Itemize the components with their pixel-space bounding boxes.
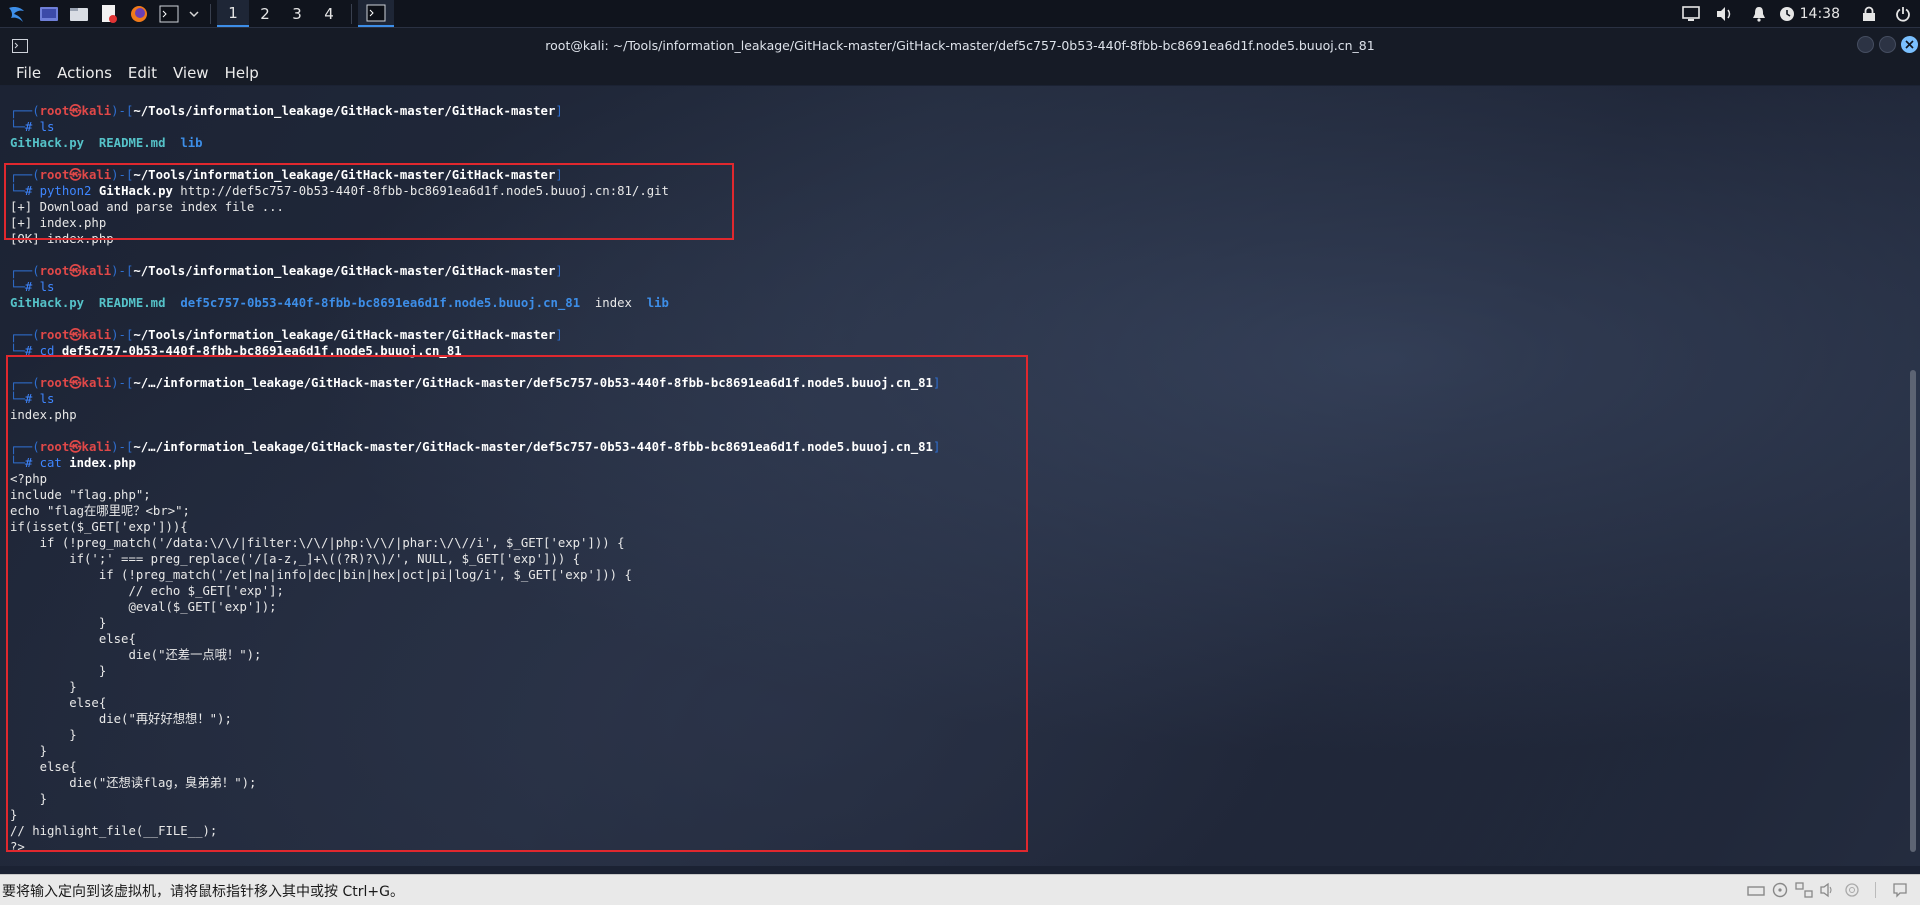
volume-icon[interactable] bbox=[1708, 0, 1742, 27]
display-icon[interactable] bbox=[1674, 0, 1708, 27]
power-icon[interactable] bbox=[1886, 0, 1920, 27]
menu-help[interactable]: Help bbox=[217, 64, 267, 82]
panel-separator bbox=[351, 3, 352, 24]
prompt-box-open: ┌──( bbox=[10, 264, 40, 278]
maximize-button[interactable] bbox=[1879, 36, 1896, 53]
ls-entry: index bbox=[594, 296, 632, 310]
highlight-box-githack-command bbox=[4, 163, 734, 240]
separator-icon bbox=[1864, 880, 1888, 900]
prompt-hash: # bbox=[24, 120, 40, 134]
prompt-user: root㉿kali bbox=[39, 264, 112, 278]
prompt-box-bottom: └─ bbox=[10, 120, 25, 134]
ls-entry: GitHack.py bbox=[10, 296, 85, 310]
prompt-box-close: ] bbox=[555, 264, 563, 278]
command-line: └─# ls bbox=[10, 279, 940, 295]
ls-entry: lib bbox=[180, 136, 203, 150]
highlight-box-index-php-source bbox=[6, 355, 1028, 852]
clock-time[interactable]: 14:38 bbox=[1800, 6, 1840, 22]
chevron-down-icon[interactable] bbox=[184, 0, 204, 27]
ls-entry: README.md bbox=[98, 296, 166, 310]
ls-entry: def5c757-0b53-440f-8fbb-bc8691ea6d1f.nod… bbox=[180, 296, 581, 310]
network-icon[interactable] bbox=[1792, 880, 1816, 900]
prompt-box-mid: )-[ bbox=[111, 328, 134, 342]
prompt-box-close: ] bbox=[555, 328, 563, 342]
prompt-box-close: ] bbox=[555, 104, 563, 118]
clock-icon bbox=[1776, 0, 1798, 27]
status-message: 要将输入定向到该虚拟机，请将鼠标指针移入其中或按 Ctrl+G。 bbox=[2, 884, 404, 900]
prompt-path: ~/Tools/information_leakage/GitHack-mast… bbox=[133, 328, 556, 342]
lock-icon[interactable] bbox=[1852, 0, 1886, 27]
prompt-user: root㉿kali bbox=[39, 104, 112, 118]
prompt-hash: # bbox=[24, 280, 40, 294]
close-icon bbox=[1905, 40, 1914, 49]
menu-view[interactable]: View bbox=[165, 64, 217, 82]
prompt-path: ~/Tools/information_leakage/GitHack-mast… bbox=[133, 104, 556, 118]
panel-separator bbox=[210, 3, 211, 24]
usb-icon[interactable] bbox=[1840, 880, 1864, 900]
terminal-scrollbar[interactable] bbox=[1910, 370, 1916, 852]
menu-file[interactable]: File bbox=[8, 64, 49, 82]
ls-output-line: GitHack.py README.md def5c757-0b53-440f-… bbox=[10, 295, 940, 311]
menu-actions[interactable]: Actions bbox=[49, 64, 120, 82]
status-icons bbox=[1744, 880, 1912, 900]
ls-output-line: GitHack.py README.md lib bbox=[10, 135, 940, 151]
prompt-line: ┌──(root㉿kali)-[~/Tools/information_leak… bbox=[10, 263, 940, 279]
close-button[interactable] bbox=[1901, 36, 1918, 53]
window-title: root@kali: ~/Tools/information_leakage/G… bbox=[545, 38, 1375, 53]
workspace-4[interactable]: 4 bbox=[313, 0, 345, 27]
prompt-user: root㉿kali bbox=[39, 328, 112, 342]
window-titlebar[interactable]: root@kali: ~/Tools/information_leakage/G… bbox=[0, 28, 1920, 64]
cd-drive-icon[interactable] bbox=[1768, 880, 1792, 900]
hard-disk-icon[interactable] bbox=[1744, 880, 1768, 900]
ls-entry: GitHack.py bbox=[10, 136, 85, 150]
notification-bell-icon[interactable] bbox=[1742, 0, 1776, 27]
message-icon[interactable] bbox=[1888, 880, 1912, 900]
prompt-box-mid: )-[ bbox=[111, 264, 134, 278]
prompt-line: ┌──(root㉿kali)-[~/Tools/information_leak… bbox=[10, 327, 940, 343]
prompt-path: ~/Tools/information_leakage/GitHack-mast… bbox=[133, 264, 556, 278]
ls-entry: README.md bbox=[98, 136, 166, 150]
prompt-box-open: ┌──( bbox=[10, 328, 40, 342]
desktop-icon[interactable] bbox=[34, 0, 64, 27]
terminal-output-area[interactable]: ┌──(root㉿kali)-[~/Tools/information_leak… bbox=[0, 86, 1920, 866]
menu-bar: File Actions Edit View Help bbox=[0, 60, 1920, 85]
workspace-2[interactable]: 2 bbox=[249, 0, 281, 27]
command-name: ls bbox=[39, 120, 55, 134]
prompt-box-bottom: └─ bbox=[10, 280, 25, 294]
terminal-launcher-icon[interactable] bbox=[154, 0, 184, 27]
taskbar-terminal-button[interactable] bbox=[358, 0, 394, 27]
command-line: └─# ls bbox=[10, 119, 940, 135]
menu-edit[interactable]: Edit bbox=[120, 64, 165, 82]
vm-status-bar: 要将输入定向到该虚拟机，请将鼠标指针移入其中或按 Ctrl+G。 bbox=[0, 874, 1920, 905]
prompt-line: ┌──(root㉿kali)-[~/Tools/information_leak… bbox=[10, 103, 940, 119]
system-tray: 14:38 bbox=[1674, 0, 1920, 27]
kali-menu-icon[interactable] bbox=[0, 0, 34, 27]
workspace-3[interactable]: 3 bbox=[281, 0, 313, 27]
ls-entry: lib bbox=[646, 296, 669, 310]
minimize-button[interactable] bbox=[1857, 36, 1874, 53]
command-name: ls bbox=[39, 280, 55, 294]
firefox-icon[interactable] bbox=[124, 0, 154, 27]
prompt-box-mid: )-[ bbox=[111, 104, 134, 118]
top-panel: 1 2 3 4 14:38 bbox=[0, 0, 1920, 28]
file-manager-icon[interactable] bbox=[64, 0, 94, 27]
text-editor-icon[interactable] bbox=[94, 0, 124, 27]
prompt-box-open: ┌──( bbox=[10, 104, 40, 118]
workspace-1[interactable]: 1 bbox=[217, 0, 249, 27]
audio-icon[interactable] bbox=[1816, 880, 1840, 900]
